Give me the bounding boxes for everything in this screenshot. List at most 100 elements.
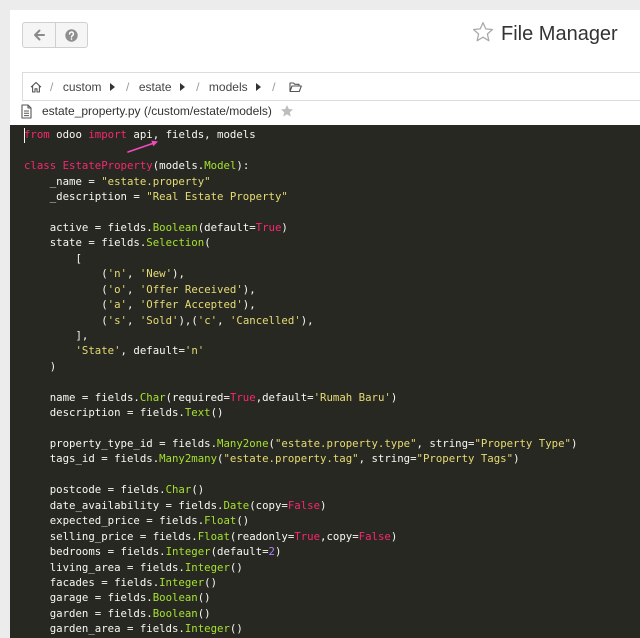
code-token: Integer xyxy=(184,622,230,636)
home-icon xyxy=(30,81,42,93)
breadcrumb-home[interactable] xyxy=(30,81,42,93)
code-line[interactable]: living_area = fields.Integer() xyxy=(24,560,577,575)
code-token: ),( xyxy=(178,313,198,327)
code-token: "estate.property.type" xyxy=(274,437,417,451)
code-line[interactable]: [ xyxy=(24,251,577,266)
code-token: garage = fields. xyxy=(24,591,153,605)
code-line[interactable] xyxy=(24,374,577,389)
code-token: , xyxy=(126,282,140,296)
code-token: [ xyxy=(24,251,82,265)
code-token: Boolean xyxy=(152,591,198,605)
code-token: ) xyxy=(570,437,578,451)
code-line[interactable]: ('s', 'Sold'),('c', 'Cancelled'), xyxy=(24,313,577,328)
code-token: (required= xyxy=(165,390,230,404)
code-token: 'n' xyxy=(184,344,205,358)
code-token: ): xyxy=(236,159,250,173)
code-line[interactable] xyxy=(24,421,577,436)
code-token: 'n' xyxy=(107,267,127,281)
file-name: estate_property.py xyxy=(42,104,141,118)
code-token: facades = fields. xyxy=(24,575,160,589)
code-token: 'a' xyxy=(107,298,127,312)
code-content[interactable]: from odoo import api, fields, models clas… xyxy=(24,127,577,636)
code-token: (models. xyxy=(152,159,205,173)
code-token: Float xyxy=(204,514,237,528)
code-line[interactable]: garage = fields.Boolean() xyxy=(24,590,577,605)
code-token: () xyxy=(236,514,250,528)
code-token: _description = xyxy=(24,190,147,204)
file-title: estate_property.py (/custom/estate/model… xyxy=(42,104,272,119)
code-token: ,copy= xyxy=(320,529,359,543)
code-token: True xyxy=(255,220,282,234)
code-token: Text xyxy=(184,406,211,420)
code-line[interactable]: description = fields.Text() xyxy=(24,405,577,420)
code-line[interactable]: postcode = fields.Char() xyxy=(24,482,577,497)
code-token: , xyxy=(126,298,140,312)
code-line[interactable]: bedrooms = fields.Integer(default=2) xyxy=(24,544,577,559)
code-token: Float xyxy=(197,529,230,543)
code-token: living_area = fields. xyxy=(24,560,185,574)
code-line[interactable]: tags_id = fields.Many2many("estate.prope… xyxy=(24,451,577,466)
code-line[interactable]: date_availability = fields.Date(copy=Fal… xyxy=(24,498,577,513)
file-favorite-button[interactable] xyxy=(280,104,294,118)
code-line[interactable] xyxy=(24,204,577,219)
code-token: ( xyxy=(204,236,211,250)
code-token: , xyxy=(217,313,230,327)
code-line[interactable]: ) xyxy=(24,359,577,374)
code-token: () xyxy=(204,575,218,589)
code-token: Many2many xyxy=(159,452,218,466)
code-token: Selection xyxy=(146,236,205,250)
code-token: 'Offer Accepted' xyxy=(139,298,243,312)
code-token: () xyxy=(229,560,243,574)
code-line[interactable]: facades = fields.Integer() xyxy=(24,575,577,590)
code-token: Integer xyxy=(159,575,205,589)
code-line[interactable]: _name = "estate.property" xyxy=(24,174,577,189)
code-line[interactable]: _description = "Real Estate Property" xyxy=(24,189,577,204)
code-line[interactable]: state = fields.Selection( xyxy=(24,235,577,250)
code-token: name = fields. xyxy=(24,390,140,404)
code-line[interactable]: garden = fields.Boolean() xyxy=(24,606,577,621)
code-token: state = fields. xyxy=(24,236,147,250)
code-token: ), xyxy=(300,313,314,327)
code-token: 'c' xyxy=(197,313,218,327)
breadcrumb-item-models[interactable]: models xyxy=(209,80,248,94)
code-token: "estate.property.tag" xyxy=(223,452,359,466)
browse-folder-button[interactable] xyxy=(289,81,302,93)
code-token: description = fields. xyxy=(24,406,185,420)
back-button[interactable] xyxy=(23,23,55,47)
code-line[interactable]: ('a', 'Offer Accepted'), xyxy=(24,297,577,312)
caret-right-icon[interactable] xyxy=(180,82,186,91)
code-token: ], xyxy=(24,328,89,342)
code-line[interactable] xyxy=(24,143,577,158)
caret-right-icon[interactable] xyxy=(110,82,116,91)
code-line[interactable]: expected_price = fields.Float() xyxy=(24,513,577,528)
code-line[interactable]: from odoo import api, fields, models xyxy=(24,127,577,142)
code-line[interactable]: active = fields.Boolean(default=True) xyxy=(24,220,577,235)
code-token: _name = xyxy=(24,174,102,188)
code-token: ) xyxy=(390,529,398,543)
code-token: Integer xyxy=(184,560,230,574)
code-line[interactable]: name = fields.Char(required=True,default… xyxy=(24,390,577,405)
breadcrumb-item-estate[interactable]: estate xyxy=(139,80,172,94)
code-line[interactable]: ('o', 'Offer Received'), xyxy=(24,282,577,297)
star-outline-icon[interactable] xyxy=(472,21,494,43)
code-line[interactable]: ('n', 'New'), xyxy=(24,266,577,281)
code-line[interactable]: 'State', default='n' xyxy=(24,343,577,358)
help-button[interactable] xyxy=(54,23,88,47)
code-token: () xyxy=(210,406,224,420)
code-token: ) xyxy=(513,452,520,466)
code-line[interactable]: garden_area = fields.Integer() xyxy=(24,621,577,636)
code-line[interactable]: property_type_id = fields.Many2one("esta… xyxy=(24,436,578,451)
code-token: odoo xyxy=(49,128,89,142)
breadcrumb-separator: / xyxy=(272,79,276,94)
code-line[interactable]: selling_price = fields.Float(readonly=Tr… xyxy=(24,529,577,544)
code-line[interactable] xyxy=(24,467,577,482)
code-token: 'Offer Received' xyxy=(139,282,243,296)
file-manager-app: File Manager / custom / estate / models … xyxy=(0,0,640,638)
caret-right-icon[interactable] xyxy=(256,82,262,91)
breadcrumb-item-custom[interactable]: custom xyxy=(63,80,102,94)
code-line[interactable]: ], xyxy=(24,328,577,343)
code-editor[interactable]: from odoo import api, fields, models clas… xyxy=(10,125,640,638)
code-token: () xyxy=(191,483,205,497)
text-cursor xyxy=(24,127,25,143)
code-line[interactable]: class EstateProperty(models.Model): xyxy=(24,158,577,173)
